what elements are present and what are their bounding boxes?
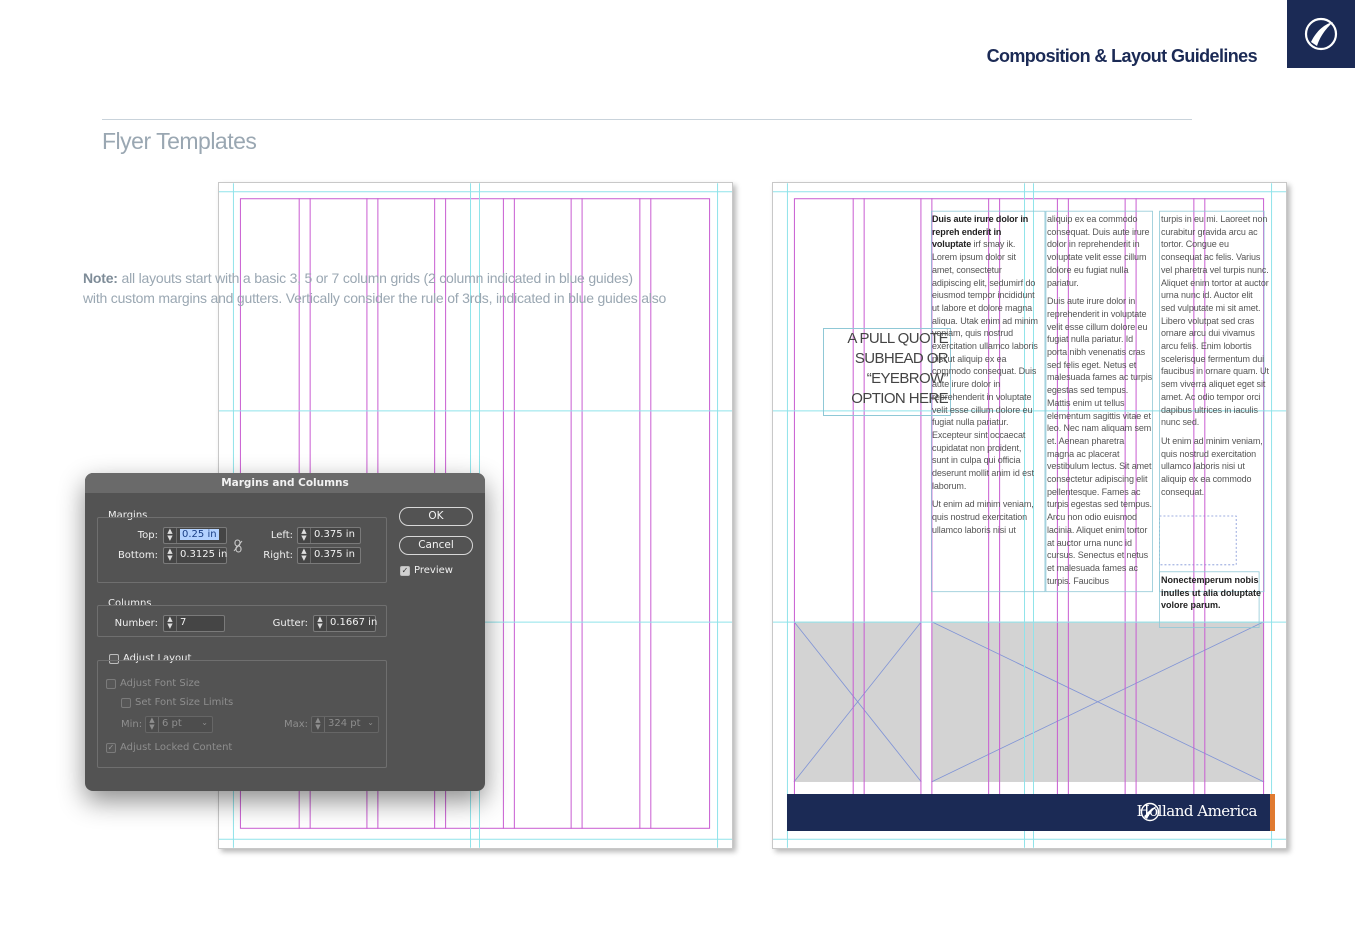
adjust-locked-content-label: Adjust Locked Content bbox=[120, 742, 233, 753]
note-line-1: all layouts start with a basic 3, 5 or 7… bbox=[121, 270, 633, 286]
body-paragraph: Ut enim ad minim veniam, quis nostrud ex… bbox=[932, 499, 1034, 535]
pull-quote-line: A PULL QUOTE bbox=[847, 330, 948, 347]
dialog-title: Margins and Columns bbox=[85, 473, 485, 493]
body-column-1: Duis aute irure dolor in repreh enderit … bbox=[932, 213, 1040, 543]
pull-quote-line: “EYEBROW” bbox=[866, 370, 949, 387]
right-margin-field[interactable]: ▲ ▼ 0.375 in bbox=[297, 547, 361, 564]
body-paragraph: irf smay ik. Lorem ipsum dolor sit amet,… bbox=[932, 239, 1038, 491]
stepper-icon[interactable]: ▲ ▼ bbox=[298, 548, 311, 563]
stepper-icon[interactable]: ▲ ▼ bbox=[164, 548, 177, 563]
number-label: Number: bbox=[114, 618, 158, 629]
gutter-label: Gutter: bbox=[272, 618, 308, 629]
bottom-margin-value[interactable]: 0.3125 in bbox=[180, 549, 227, 560]
bottom-label: Bottom: bbox=[117, 550, 158, 561]
adjust-font-size-label: Adjust Font Size bbox=[120, 678, 200, 689]
min-label: Min: bbox=[121, 719, 143, 730]
section-title: Flyer Templates bbox=[102, 128, 257, 154]
adjust-locked-content-checkbox[interactable]: ✓ bbox=[106, 743, 116, 753]
holland-america-wave-icon bbox=[1304, 17, 1338, 51]
chevron-down-icon[interactable]: ⌄ bbox=[367, 718, 374, 727]
margins-and-columns-dialog: Margins and Columns Margins Top: ▲ ▼ 0.25… bbox=[85, 473, 485, 791]
stepper-icon[interactable]: ▲ ▼ bbox=[164, 528, 177, 543]
stepper-icon[interactable]: ▲ ▼ bbox=[146, 717, 159, 732]
preview-label: Preview bbox=[414, 565, 453, 576]
left-label: Left: bbox=[270, 530, 293, 541]
stepper-icon[interactable]: ▲ ▼ bbox=[298, 528, 311, 543]
body-paragraph: aliquip ex ea commodo consequat. Duis au… bbox=[1047, 214, 1150, 288]
body-paragraph: turpis in eu mi. Laoreet non curabitur g… bbox=[1161, 214, 1269, 428]
note-line-2: with custom margins and gutters. Vertica… bbox=[83, 290, 667, 306]
chain-link-icon[interactable] bbox=[233, 539, 243, 553]
band-accent-stripe bbox=[1270, 794, 1275, 831]
flyer-template-sample-page: A PULL QUOTE SUBHEAD OR “EYEBROW” OPTION… bbox=[772, 182, 1287, 849]
right-margin-value[interactable]: 0.375 in bbox=[314, 549, 355, 560]
stepper-icon[interactable]: ▲ ▼ bbox=[164, 616, 177, 631]
header-title: Composition & Layout Guidelines bbox=[986, 46, 1258, 66]
preview-checkbox[interactable]: ✓ bbox=[400, 566, 410, 576]
top-label: Top: bbox=[137, 530, 158, 541]
brand-logo-box bbox=[1287, 0, 1355, 68]
body-column-3: turpis in eu mi. Laoreet non curabitur g… bbox=[1161, 213, 1269, 504]
chevron-down-icon[interactable]: ⌄ bbox=[201, 718, 208, 727]
ok-button[interactable]: OK bbox=[399, 507, 473, 526]
holland-america-logo-text: Holland America bbox=[1136, 802, 1258, 820]
note-label: Note: bbox=[83, 270, 118, 286]
top-margin-value[interactable]: 0.25 in bbox=[180, 529, 219, 540]
max-font-size-field[interactable]: ▲ ▼ 324 pt ⌄ bbox=[311, 716, 379, 733]
stepper-icon[interactable]: ▲ ▼ bbox=[314, 616, 327, 631]
pull-quote-line: OPTION HERE bbox=[851, 390, 948, 407]
max-font-size-value[interactable]: 324 pt bbox=[328, 718, 361, 729]
adjust-font-size-checkbox[interactable] bbox=[106, 679, 116, 689]
bold-callout: Nonectemperum nobis inulles ut alia dolu… bbox=[1161, 575, 1262, 610]
column-number-field[interactable]: ▲ ▼ 7 bbox=[163, 615, 225, 632]
left-margin-field[interactable]: ▲ ▼ 0.375 in bbox=[297, 527, 361, 544]
gutter-value[interactable]: 0.1667 in bbox=[330, 617, 377, 628]
column-number-value[interactable]: 7 bbox=[180, 617, 186, 628]
pull-quote-line: SUBHEAD OR bbox=[854, 350, 949, 367]
stepper-icon[interactable]: ▲ ▼ bbox=[312, 717, 325, 732]
min-font-size-value[interactable]: 6 pt bbox=[162, 718, 182, 729]
bottom-margin-field[interactable]: ▲ ▼ 0.3125 in bbox=[163, 547, 227, 564]
note-text: Note: all layouts start with a basic 3, … bbox=[83, 268, 666, 308]
set-font-size-limits-label: Set Font Size Limits bbox=[135, 697, 234, 708]
left-margin-value[interactable]: 0.375 in bbox=[314, 529, 355, 540]
set-font-size-limits-checkbox[interactable] bbox=[121, 698, 131, 708]
cancel-button[interactable]: Cancel bbox=[399, 536, 473, 555]
min-font-size-field[interactable]: ▲ ▼ 6 pt ⌄ bbox=[145, 716, 213, 733]
body-column-2: aliquip ex ea commodo consequat. Duis au… bbox=[1047, 213, 1153, 593]
body-paragraph: Ut enim ad minim veniam, quis nostrud ex… bbox=[1161, 435, 1263, 497]
body-paragraph: Duis aute irure dolor in reprehenderit i… bbox=[1047, 296, 1153, 586]
top-margin-field[interactable]: ▲ ▼ 0.25 in bbox=[163, 527, 227, 544]
right-label: Right: bbox=[263, 550, 293, 561]
footer-band: Holland America bbox=[787, 794, 1275, 831]
gutter-field[interactable]: ▲ ▼ 0.1667 in bbox=[313, 615, 377, 632]
header-divider bbox=[102, 119, 1192, 120]
max-label: Max: bbox=[284, 719, 309, 730]
